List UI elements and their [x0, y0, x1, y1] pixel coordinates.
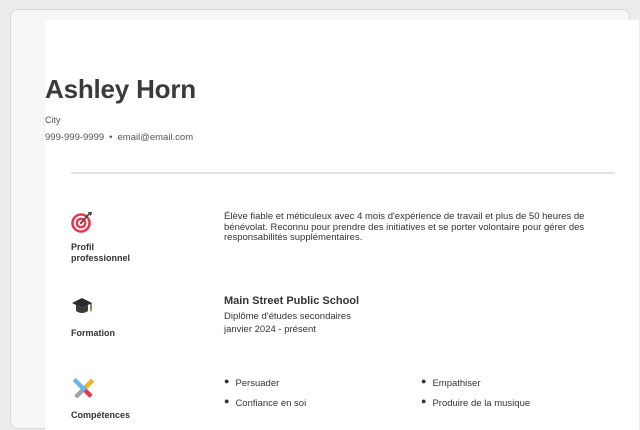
candidate-name: Ashley Horn [45, 74, 196, 104]
degree-name: Diplôme d'études secondaires [224, 310, 351, 322]
phone-number: 999-999-9999 [45, 132, 105, 143]
contact-line: 999-999-9999 • email@email.com [45, 132, 639, 143]
skill-label: Produire de la musique [432, 398, 531, 409]
email-address: email@email.com [117, 132, 194, 143]
summary-label: Profil professionnel [71, 242, 131, 263]
skill-label: Persuader [235, 378, 280, 389]
skill-item: ● Empathiser [421, 376, 481, 389]
bullet-icon: ● [421, 396, 427, 406]
header-divider [71, 172, 615, 174]
summary-text: Élève fiable et méticuleux avec 4 mois d… [224, 211, 585, 243]
education-body: Main Street Public School Diplôme d'étud… [224, 296, 619, 339]
skill-item: ● Produire de la musique [421, 396, 531, 409]
school-name: Main Street Public School [224, 295, 360, 307]
bullet-icon: ● [224, 376, 230, 386]
bullet-icon: ● [224, 396, 230, 406]
graduation-cap-icon [72, 298, 93, 313]
target-icon [71, 212, 92, 233]
bullet-icon: ● [421, 376, 427, 386]
candidate-city: City [45, 115, 61, 125]
education-label: Formation [71, 328, 115, 338]
education-section: Formation Main Street Public School Dipl… [71, 294, 615, 344]
summary-section: Profil professionnel Élève fiable et mét… [71, 208, 615, 272]
skill-label: Empathiser [432, 378, 481, 389]
contact-separator: • [109, 132, 113, 143]
document-frame: Ashley Horn City 999-999-9999 • email@emai… [10, 9, 639, 430]
skill-item: ● Confiance en soi [224, 396, 307, 409]
education-dates: janvier 2024 - présent [224, 324, 316, 335]
summary-body: Élève fiable et méticuleux avec 4 mois d… [224, 211, 619, 244]
tools-icon [73, 378, 94, 399]
skill-label: Confiance en soi [235, 398, 307, 409]
skill-item: ● Persuader [224, 376, 280, 389]
skills-section: Compétences ● Persuader ● Empathiser ● Conf… [71, 376, 615, 426]
resume-page: Ashley Horn City 999-999-9999 • email@emai… [45, 20, 639, 430]
